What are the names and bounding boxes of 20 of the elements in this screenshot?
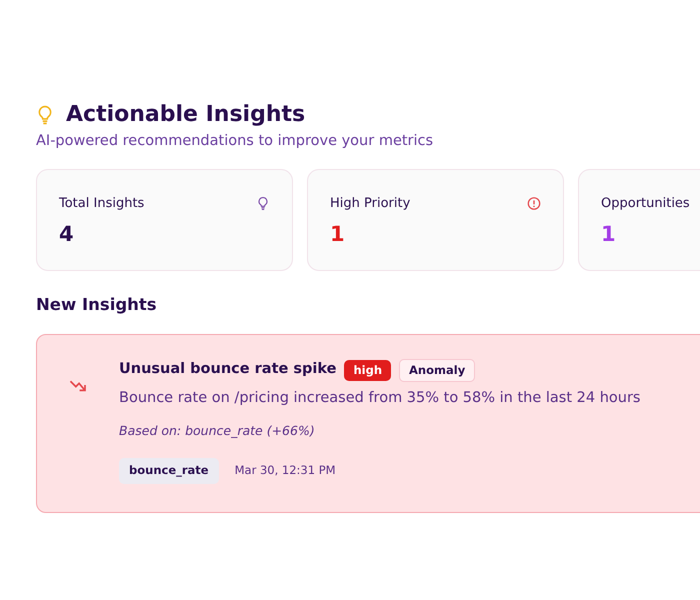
page-title: Actionable Insights — [66, 101, 306, 129]
category-badge: Anomaly — [399, 358, 476, 382]
stat-value: 1 — [601, 221, 617, 248]
stat-value: 1 — [330, 221, 346, 248]
lightbulb-icon — [256, 196, 270, 211]
lightbulb-icon — [36, 104, 54, 126]
metric-tag: bounce_rate — [119, 458, 219, 484]
stat-label: Total Insights — [59, 194, 144, 213]
alert-icon — [527, 196, 541, 211]
stat-value: 4 — [59, 221, 75, 248]
stat-label: Opportunities — [601, 194, 690, 213]
stat-label: High Priority — [330, 194, 410, 213]
insight-title: Unusual bounce rate spike — [119, 360, 336, 380]
insight-description: Bounce rate on /pricing increased from 35% to 58% in the last 24 hours — [119, 388, 640, 408]
priority-badge: high — [344, 360, 392, 381]
insight-basis: Based on: bounce_rate (+66%) — [119, 422, 316, 440]
timestamp: Mar 30, 12:31 PM — [234, 462, 336, 480]
section-title: New Insights — [36, 294, 158, 316]
trend-down-icon — [69, 378, 87, 392]
page-subtitle: AI-powered recommendations to improve your metrics — [36, 132, 434, 151]
